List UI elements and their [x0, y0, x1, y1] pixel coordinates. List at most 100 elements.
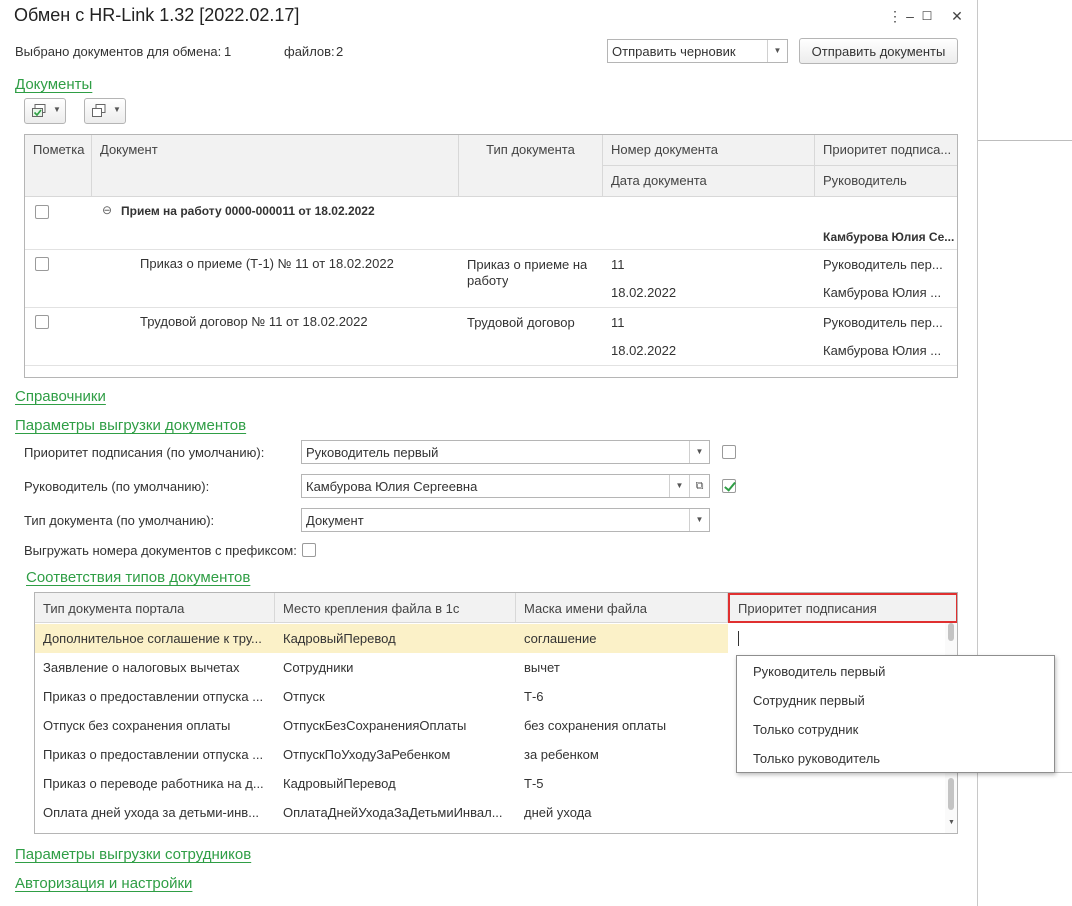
row-portal-type: Оплата дней ухода за детьми-инв...: [43, 805, 260, 820]
row-portal-type: Заявление о налоговых вычетах: [43, 660, 240, 675]
scroll-down-icon[interactable]: ▼: [948, 819, 955, 826]
chevron-down-icon[interactable]: ▼: [689, 509, 709, 531]
dropdown-option[interactable]: Руководитель первый: [753, 664, 885, 679]
row-sign-priority: Руководитель пер...: [823, 315, 943, 330]
default-manager-select[interactable]: Камбурова Юлия Сергеевна ▼ ⧉: [301, 474, 710, 498]
row-attach-place: КадровыйПеревод: [283, 776, 396, 791]
default-priority-value: Руководитель первый: [306, 445, 439, 460]
default-priority-checkbox[interactable]: [722, 445, 736, 459]
text-cursor: [738, 631, 739, 646]
column-header-doc-date[interactable]: Дата документа: [603, 166, 815, 197]
collapse-icon[interactable]: ⊖: [102, 203, 112, 217]
row-doc-date: 18.02.2022: [611, 343, 677, 358]
files-label: файлов:: [284, 44, 335, 59]
row-doc-number: 11: [611, 257, 625, 272]
documents-section-link[interactable]: Документы: [15, 76, 92, 93]
column-header-sign-priority[interactable]: Приоритет подписа...: [815, 135, 957, 166]
row-mark-checkbox[interactable]: [35, 315, 49, 329]
employee-export-params-section-link[interactable]: Параметры выгрузки сотрудников: [15, 846, 251, 863]
scrollbar-thumb[interactable]: [948, 778, 954, 810]
group-title: Прием на работу 0000-000011 от 18.02.202…: [121, 204, 375, 218]
table-row[interactable]: Приказ о переводе работника на д... Кадр…: [35, 769, 945, 798]
row-attach-place: ОтпускПоУходуЗаРебенком: [283, 747, 451, 762]
row-attach-place: Отпуск: [283, 689, 325, 704]
column-header-attach-place[interactable]: Место крепления файла в 1с: [275, 593, 516, 623]
row-portal-type: Отпуск без сохранения оплаты: [43, 718, 231, 733]
send-mode-select[interactable]: Отправить черновик ▼: [607, 39, 788, 63]
row-doc-number: 11: [611, 315, 625, 330]
table-row-group[interactable]: ⊖ Прием на работу 0000-000011 от 18.02.2…: [25, 197, 957, 249]
column-header-portal-type[interactable]: Тип документа портала: [35, 593, 275, 623]
row-portal-type: Приказ о предоставлении отпуска ...: [43, 747, 264, 762]
prefix-numbers-checkbox[interactable]: [302, 543, 316, 557]
priority-cell-editor[interactable]: [728, 624, 945, 653]
default-doc-type-select[interactable]: Документ ▼: [301, 508, 710, 532]
default-manager-label: Руководитель (по умолчанию):: [24, 479, 210, 494]
column-header-document[interactable]: Документ: [92, 135, 459, 197]
dropdown-option[interactable]: Только сотрудник: [753, 722, 858, 737]
selected-docs-label: Выбрано документов для обмена:: [15, 44, 222, 59]
default-doc-type-label: Тип документа (по умолчанию):: [24, 513, 215, 528]
default-doc-type-value: Документ: [306, 513, 364, 528]
chevron-down-icon[interactable]: ▼: [669, 475, 689, 497]
row-sign-priority: Руководитель пер...: [823, 257, 943, 272]
group-mark-checkbox[interactable]: [35, 205, 49, 219]
group-manager: Камбурова Юлия Се...: [823, 230, 955, 244]
selected-docs-count: 1: [224, 44, 232, 59]
row-attach-place: КадровыйПеревод: [283, 631, 396, 646]
copy-menu-button[interactable]: ▼: [84, 98, 126, 124]
table-row[interactable]: Приказ о приеме (Т-1) № 11 от 18.02.2022…: [25, 250, 957, 307]
row-portal-type: Приказ о переводе работника на д...: [43, 776, 264, 791]
chevron-down-icon[interactable]: ▼: [689, 441, 709, 463]
send-documents-button[interactable]: Отправить документы: [799, 38, 958, 64]
row-portal-type: Приказ о предоставлении отпуска ...: [43, 689, 264, 704]
dropdown-option[interactable]: Только руководитель: [753, 751, 880, 766]
table-row[interactable]: Трудовой договор № 11 от 18.02.2022 Труд…: [25, 308, 957, 365]
column-header-doc-number[interactable]: Номер документа: [603, 135, 815, 166]
column-header-sign-priority[interactable]: Приоритет подписания: [728, 593, 957, 623]
row-attach-place: ОплатаДнейУходаЗаДетьмиИнвал...: [283, 805, 503, 820]
column-header-file-mask[interactable]: Маска имени файла: [516, 593, 728, 623]
documents-table: Пометка Документ Тип документа Номер док…: [24, 134, 958, 378]
default-priority-select[interactable]: Руководитель первый ▼: [301, 440, 710, 464]
dropdown-option[interactable]: Сотрудник первый: [753, 693, 865, 708]
row-file-mask: без сохранения оплаты: [524, 718, 667, 733]
row-file-mask: вычет: [524, 660, 560, 675]
row-divider: [25, 365, 957, 366]
column-header-mark[interactable]: Пометка: [25, 135, 92, 197]
row-file-mask: соглашение: [524, 631, 597, 646]
doc-export-params-section-link[interactable]: Параметры выгрузки документов: [15, 417, 246, 434]
maximize-icon[interactable]: ☐: [918, 7, 936, 25]
row-attach-place: Сотрудники: [283, 660, 354, 675]
prefix-numbers-label: Выгружать номера документов с префиксом:: [24, 543, 297, 558]
row-doc-type: Трудовой договор: [467, 315, 575, 330]
table-row[interactable]: Оплата дней ухода за детьми-инв... Оплат…: [35, 798, 945, 827]
open-form-icon[interactable]: ⧉: [689, 475, 709, 497]
type-mapping-section-link[interactable]: Соответствия типов документов: [26, 569, 250, 586]
directories-section-link[interactable]: Справочники: [15, 388, 106, 405]
column-header-doc-type[interactable]: Тип документа: [459, 135, 603, 197]
auth-settings-section-link[interactable]: Авторизация и настройки: [15, 875, 192, 892]
table-row[interactable]: Дополнительное соглашение к тру... Кадро…: [35, 624, 945, 653]
row-file-mask: дней ухода: [524, 805, 592, 820]
row-doc-type: Приказ о приеме на: [467, 257, 588, 272]
window-title: Обмен с HR-Link 1.32 [2022.02.17]: [14, 5, 300, 25]
sign-priority-dropdown: Руководитель первый Сотрудник первый Тол…: [736, 655, 1055, 773]
column-header-manager[interactable]: Руководитель: [815, 166, 957, 197]
row-document: Трудовой договор № 11 от 18.02.2022: [140, 314, 368, 329]
row-mark-checkbox[interactable]: [35, 257, 49, 271]
default-manager-checkbox[interactable]: [722, 479, 736, 493]
close-icon[interactable]: ✕: [948, 7, 966, 25]
files-count: 2: [336, 44, 344, 59]
row-doc-type-cont: работу: [467, 273, 509, 288]
minimize-icon[interactable]: –: [901, 7, 919, 25]
row-doc-date: 18.02.2022: [611, 285, 677, 300]
scrollbar-thumb[interactable]: [948, 623, 954, 641]
chevron-down-icon[interactable]: ▼: [767, 40, 787, 62]
check-all-button[interactable]: ▼: [24, 98, 66, 124]
send-mode-value: Отправить черновик: [612, 44, 736, 59]
row-file-mask: Т-5: [524, 776, 544, 791]
row-manager: Камбурова Юлия ...: [823, 343, 942, 358]
row-file-mask: за ребенком: [524, 747, 599, 762]
chevron-down-icon: ▼: [53, 105, 61, 114]
